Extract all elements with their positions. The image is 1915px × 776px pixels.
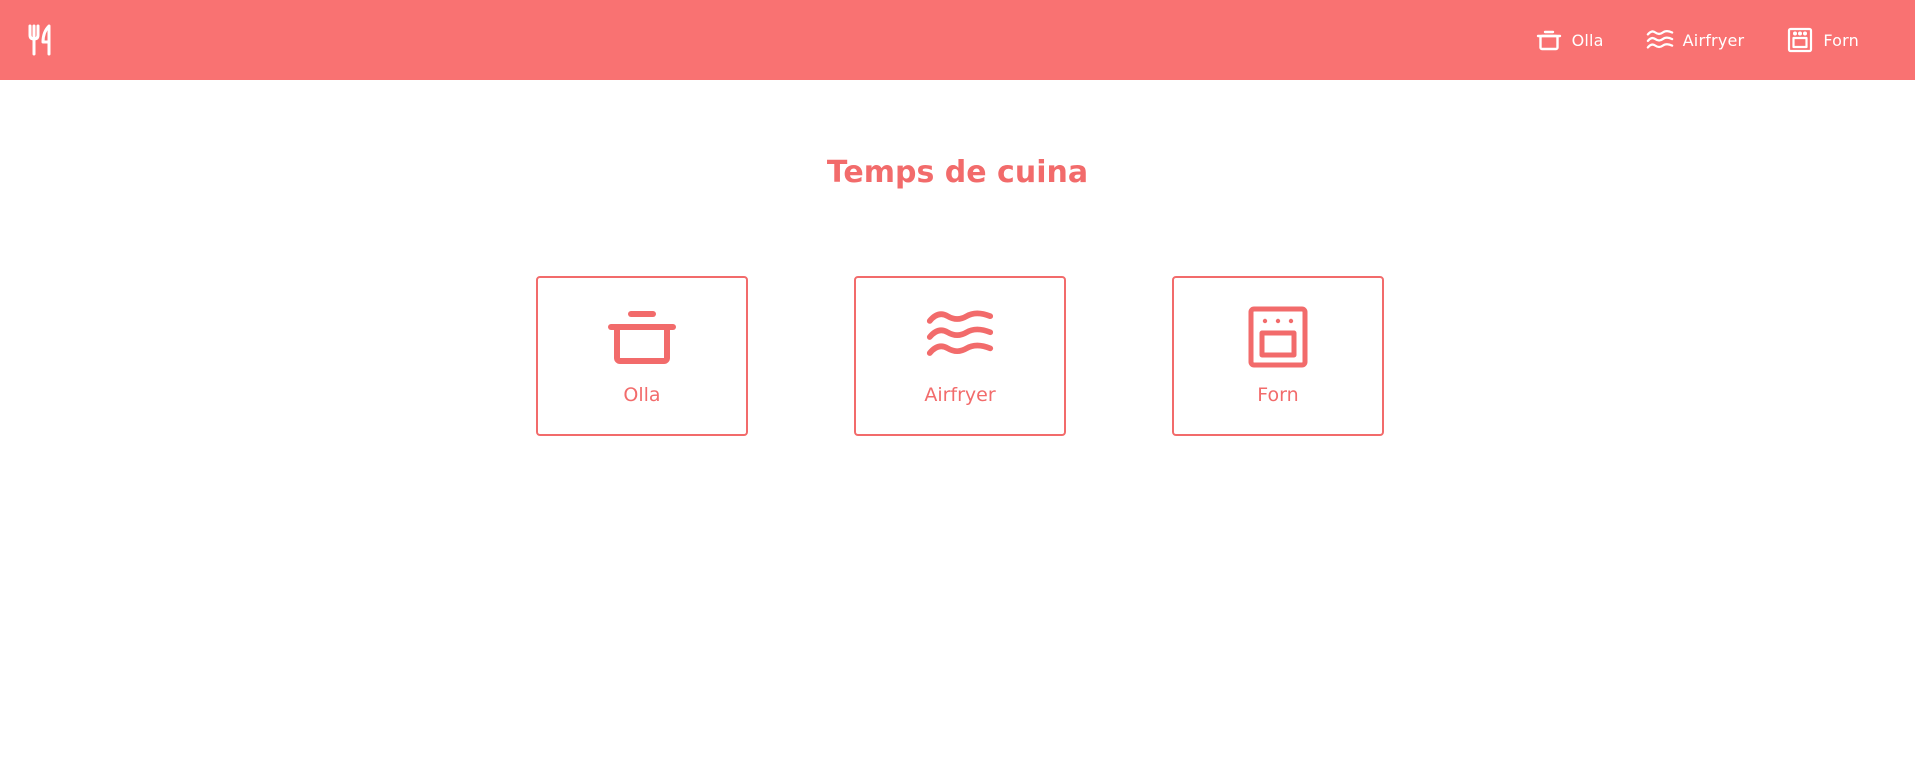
page-title: Temps de cuina bbox=[826, 155, 1089, 190]
card-airfryer[interactable]: Airfryer bbox=[854, 276, 1066, 436]
card-forn[interactable]: Forn bbox=[1172, 276, 1384, 436]
oven-icon bbox=[1786, 26, 1814, 54]
oven-icon bbox=[1243, 306, 1313, 368]
card-label: Forn bbox=[1257, 384, 1299, 406]
waves-icon bbox=[925, 306, 995, 368]
pot-icon bbox=[607, 306, 677, 368]
fork-knife-icon[interactable] bbox=[26, 24, 56, 56]
card-label: Airfryer bbox=[924, 384, 996, 406]
nav-item-forn[interactable]: Forn bbox=[1786, 26, 1859, 54]
pot-icon bbox=[1535, 26, 1563, 54]
nav-item-label: Olla bbox=[1571, 30, 1604, 50]
nav-item-label: Forn bbox=[1823, 30, 1859, 50]
nav-item-label: Airfryer bbox=[1682, 30, 1745, 50]
nav-item-olla[interactable]: Olla bbox=[1535, 26, 1604, 54]
waves-icon bbox=[1646, 26, 1674, 54]
main-nav: Olla Airfryer Forn bbox=[1535, 0, 1859, 80]
card-label: Olla bbox=[623, 384, 661, 406]
top-bar: Olla Airfryer Forn bbox=[0, 0, 1915, 80]
appliance-cards: Olla Airfryer Forn bbox=[536, 276, 1384, 436]
nav-item-airfryer[interactable]: Airfryer bbox=[1646, 26, 1745, 54]
card-olla[interactable]: Olla bbox=[536, 276, 748, 436]
